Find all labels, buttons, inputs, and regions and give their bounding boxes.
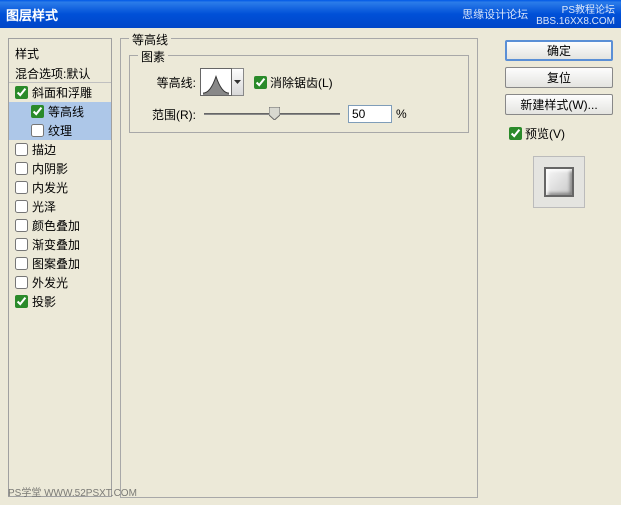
sidebar-item-satin[interactable]: 光泽 xyxy=(9,197,111,216)
label-innerglow: 内发光 xyxy=(32,179,68,196)
antialiased-option[interactable]: 消除锯齿(L) xyxy=(254,74,333,91)
right-pane: 确定 复位 新建样式(W)... 预览(V) xyxy=(505,38,613,497)
sidebar-item-contour[interactable]: 等高线 xyxy=(9,102,111,121)
titlebar: 图层样式 思缘设计论坛 PS教程论坛 BBS.16XX8.COM xyxy=(0,0,621,28)
sidebar-item-innershadow[interactable]: 内阴影 xyxy=(9,159,111,178)
contour-curve-icon xyxy=(201,69,231,95)
checkbox-outerglow[interactable] xyxy=(15,276,28,289)
sidebar-item-patternoverlay[interactable]: 图案叠加 xyxy=(9,254,111,273)
ok-button[interactable]: 确定 xyxy=(505,40,613,61)
preview-option[interactable]: 预览(V) xyxy=(505,125,613,142)
antialiased-label: 消除锯齿(L) xyxy=(270,74,333,91)
preview-label: 预览(V) xyxy=(525,125,565,142)
label-contour: 等高线 xyxy=(48,103,84,120)
checkbox-contour[interactable] xyxy=(31,105,44,118)
legend-inner: 图素 xyxy=(138,48,168,65)
style-sidebar: 样式 混合选项:默认 斜面和浮雕 等高线 纹理 描边 内阴影 内发光 xyxy=(8,38,112,497)
label-dropshadow: 投影 xyxy=(32,293,56,310)
checkbox-dropshadow[interactable] xyxy=(15,295,28,308)
label-innershadow: 内阴影 xyxy=(32,160,68,177)
preview-swatch xyxy=(533,156,585,208)
label-satin: 光泽 xyxy=(32,198,56,215)
label-outerglow: 外发光 xyxy=(32,274,68,291)
row-range: 范围(R): % xyxy=(148,104,407,124)
sidebar-item-texture[interactable]: 纹理 xyxy=(9,121,111,140)
chevron-down-icon xyxy=(234,80,241,84)
watermark-1: 思缘设计论坛 xyxy=(462,6,528,22)
contour-label: 等高线: xyxy=(148,74,196,91)
sidebar-blend-options[interactable]: 混合选项:默认 xyxy=(9,64,111,83)
checkbox-innerglow[interactable] xyxy=(15,181,28,194)
range-label: 范围(R): xyxy=(148,106,196,123)
label-stroke: 描边 xyxy=(32,141,56,158)
slider-thumb[interactable] xyxy=(269,107,280,120)
label-patternoverlay: 图案叠加 xyxy=(32,255,80,272)
checkbox-stroke[interactable] xyxy=(15,143,28,156)
checkbox-bevel[interactable] xyxy=(15,86,28,99)
checkbox-satin[interactable] xyxy=(15,200,28,213)
legend-outer: 等高线 xyxy=(129,31,171,48)
checkbox-patternoverlay[interactable] xyxy=(15,257,28,270)
footer-watermark: PS学堂 WWW.52PSXT.COM xyxy=(8,484,137,499)
checkbox-texture[interactable] xyxy=(31,124,44,137)
sidebar-item-stroke[interactable]: 描边 xyxy=(9,140,111,159)
sidebar-item-gradientoverlay[interactable]: 渐变叠加 xyxy=(9,235,111,254)
fieldset-contour: 等高线 图素 等高线: xyxy=(120,38,478,498)
label-gradientoverlay: 渐变叠加 xyxy=(32,236,80,253)
checkbox-innershadow[interactable] xyxy=(15,162,28,175)
checkbox-coloroverlay[interactable] xyxy=(15,219,28,232)
sidebar-item-coloroverlay[interactable]: 颜色叠加 xyxy=(9,216,111,235)
sidebar-item-innerglow[interactable]: 内发光 xyxy=(9,178,111,197)
sidebar-item-dropshadow[interactable]: 投影 xyxy=(9,292,111,311)
contour-thumbnail[interactable] xyxy=(200,68,232,96)
contour-dropdown-button[interactable] xyxy=(232,68,244,96)
sidebar-item-outerglow[interactable]: 外发光 xyxy=(9,273,111,292)
label-bevel: 斜面和浮雕 xyxy=(32,84,92,101)
checkbox-antialiased[interactable] xyxy=(254,76,267,89)
titlebar-watermarks: 思缘设计论坛 PS教程论坛 BBS.16XX8.COM xyxy=(462,1,615,27)
range-input[interactable] xyxy=(348,105,392,123)
window-title: 图层样式 xyxy=(6,5,58,24)
swatch-inner xyxy=(544,167,574,197)
checkbox-gradientoverlay[interactable] xyxy=(15,238,28,251)
fieldset-elements: 图素 等高线: 消除锯齿(L) xyxy=(129,55,469,133)
watermark-3: BBS.16XX8.COM xyxy=(536,16,615,27)
watermark-2: PS教程论坛 xyxy=(562,1,615,16)
cancel-button[interactable]: 复位 xyxy=(505,67,613,88)
sidebar-item-bevel[interactable]: 斜面和浮雕 xyxy=(9,83,111,102)
row-contour: 等高线: 消除锯齿(L) xyxy=(148,68,333,96)
label-coloroverlay: 颜色叠加 xyxy=(32,217,80,234)
checkbox-preview[interactable] xyxy=(509,127,522,140)
new-style-button[interactable]: 新建样式(W)... xyxy=(505,94,613,115)
main-panel: 等高线 图素 等高线: xyxy=(120,38,497,497)
label-texture: 纹理 xyxy=(48,122,72,139)
range-unit: % xyxy=(396,107,407,121)
sidebar-header: 样式 xyxy=(9,41,111,64)
range-slider[interactable] xyxy=(204,104,340,124)
blend-label: 混合选项:默认 xyxy=(15,65,90,82)
